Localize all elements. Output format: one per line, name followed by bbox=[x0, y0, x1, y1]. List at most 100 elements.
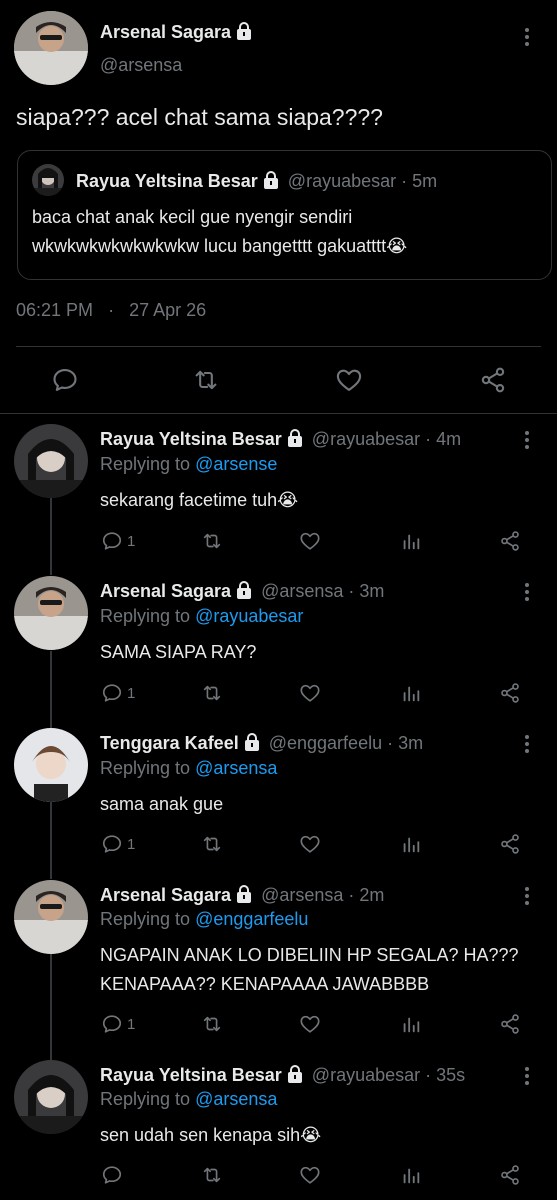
share-icon[interactable] bbox=[499, 1013, 521, 1035]
handle[interactable]: @rayuabesar bbox=[312, 1065, 420, 1085]
avatar[interactable] bbox=[32, 164, 64, 196]
reply-icon[interactable] bbox=[101, 682, 123, 704]
handle[interactable]: @enggarfeelu bbox=[269, 733, 382, 753]
tweet-age: · 3m bbox=[387, 733, 424, 753]
share-icon[interactable] bbox=[499, 833, 521, 855]
retweet-icon[interactable] bbox=[201, 682, 223, 704]
reply-count: 1 bbox=[127, 1016, 136, 1033]
quoted-display-name[interactable]: Rayua Yeltsina Besar bbox=[76, 171, 258, 191]
reply-text-line: KENAPAAA?? KENAPAAAA JAWABBBB bbox=[100, 974, 430, 994]
avatar[interactable] bbox=[14, 11, 88, 85]
reply-header: Rayua Yeltsina Besar @rayuabesar · 4m bbox=[100, 429, 461, 450]
replying-to: Replying to @arsensa bbox=[100, 1089, 277, 1110]
reply-text-line: sekarang facetime tuh😭 bbox=[100, 490, 299, 510]
reply-text-line: SAMA SIAPA RAY? bbox=[100, 642, 257, 662]
reply-text-line: sama anak gue bbox=[100, 794, 224, 814]
handle[interactable]: @arsensa bbox=[100, 55, 182, 76]
lock-icon bbox=[287, 429, 303, 447]
share-icon[interactable] bbox=[479, 366, 507, 394]
display-name[interactable]: Rayua Yeltsina Besar bbox=[100, 1065, 282, 1085]
more-options-icon[interactable] bbox=[524, 431, 530, 452]
handle[interactable]: @rayuabesar bbox=[312, 429, 420, 449]
lock-icon bbox=[287, 1065, 303, 1083]
like-icon[interactable] bbox=[335, 366, 363, 394]
timestamp: 06:21 PM · 27 Apr 26 bbox=[16, 300, 206, 321]
like-icon[interactable] bbox=[299, 682, 321, 704]
retweet-icon[interactable] bbox=[201, 530, 223, 552]
reply-icon[interactable] bbox=[101, 530, 123, 552]
reply-icon[interactable] bbox=[51, 366, 79, 394]
stats-icon[interactable] bbox=[400, 833, 422, 855]
display-name[interactable]: Arsenal Sagara bbox=[100, 885, 231, 905]
replying-to-link[interactable]: @arsensa bbox=[195, 1089, 277, 1109]
tweet-text: siapa??? acel chat sama siapa???? bbox=[16, 104, 383, 130]
reply-icon[interactable] bbox=[101, 1164, 123, 1186]
replying-prefix: Replying to bbox=[100, 454, 191, 474]
thread-line bbox=[50, 954, 52, 1060]
display-name[interactable]: Arsenal Sagara bbox=[100, 581, 231, 601]
more-options-icon[interactable] bbox=[524, 28, 530, 49]
stats-icon[interactable] bbox=[400, 1164, 422, 1186]
quoted-handle[interactable]: @rayuabesar bbox=[288, 171, 396, 191]
tweet-time[interactable]: 06:21 PM bbox=[16, 300, 93, 320]
stats-icon[interactable] bbox=[400, 1013, 422, 1035]
retweet-icon[interactable] bbox=[201, 1013, 223, 1035]
stats-icon[interactable] bbox=[400, 530, 422, 552]
replying-to-link[interactable]: @enggarfeelu bbox=[195, 909, 308, 929]
reply-header: Rayua Yeltsina Besar @rayuabesar · 35s bbox=[100, 1065, 465, 1086]
replying-prefix: Replying to bbox=[100, 758, 191, 778]
avatar[interactable] bbox=[14, 728, 88, 802]
quoted-text-line: baca chat anak kecil gue nyengir sendiri bbox=[32, 207, 353, 227]
avatar[interactable] bbox=[14, 880, 88, 954]
handle[interactable]: @arsensa bbox=[261, 581, 343, 601]
replying-to-link[interactable]: @arsensa bbox=[195, 758, 277, 778]
stats-icon[interactable] bbox=[400, 682, 422, 704]
handle[interactable]: @arsensa bbox=[261, 885, 343, 905]
retweet-icon[interactable] bbox=[201, 833, 223, 855]
replying-to-link[interactable]: @rayuabesar bbox=[195, 606, 303, 626]
lock-icon bbox=[244, 733, 260, 751]
share-icon[interactable] bbox=[499, 530, 521, 552]
replying-prefix: Replying to bbox=[100, 606, 191, 626]
reply-text-line: NGAPAIN ANAK LO DIBELIIN HP SEGALA? HA??… bbox=[100, 945, 519, 965]
reply-header: Arsenal Sagara @arsensa · 2m bbox=[100, 885, 384, 906]
more-options-icon[interactable] bbox=[524, 735, 530, 756]
replying-to: Replying to @arsense bbox=[100, 454, 277, 475]
tweet-age: · 35s bbox=[425, 1065, 466, 1085]
quoted-age: · 5m bbox=[401, 171, 438, 191]
tweet-age: · 2m bbox=[348, 885, 385, 905]
more-options-icon[interactable] bbox=[524, 583, 530, 604]
thread-line bbox=[50, 651, 52, 731]
avatar[interactable] bbox=[14, 1060, 88, 1134]
separator: · bbox=[108, 300, 115, 320]
retweet-icon[interactable] bbox=[192, 366, 220, 394]
lock-icon bbox=[236, 885, 252, 903]
like-icon[interactable] bbox=[299, 530, 321, 552]
divider bbox=[0, 413, 557, 414]
reply-icon[interactable] bbox=[101, 1013, 123, 1035]
avatar[interactable] bbox=[14, 424, 88, 498]
replying-prefix: Replying to bbox=[100, 909, 191, 929]
display-name[interactable]: Arsenal Sagara bbox=[100, 22, 252, 43]
more-options-icon[interactable] bbox=[524, 887, 530, 908]
share-icon[interactable] bbox=[499, 1164, 521, 1186]
like-icon[interactable] bbox=[299, 1013, 321, 1035]
replying-to-link[interactable]: @arsense bbox=[195, 454, 277, 474]
retweet-icon[interactable] bbox=[201, 1164, 223, 1186]
tweet-age: · 3m bbox=[348, 581, 385, 601]
like-icon[interactable] bbox=[299, 833, 321, 855]
reply-text-line: sen udah sen kenapa sih😭 bbox=[100, 1125, 322, 1145]
share-icon[interactable] bbox=[499, 682, 521, 704]
more-options-icon[interactable] bbox=[524, 1067, 530, 1088]
display-name[interactable]: Rayua Yeltsina Besar bbox=[100, 429, 282, 449]
reply-icon[interactable] bbox=[101, 833, 123, 855]
reply-count: 1 bbox=[127, 533, 136, 550]
divider bbox=[16, 346, 541, 347]
reply-count: 1 bbox=[127, 836, 136, 853]
display-name-text: Arsenal Sagara bbox=[100, 22, 232, 42]
display-name[interactable]: Tenggara Kafeel bbox=[100, 733, 239, 753]
avatar[interactable] bbox=[14, 576, 88, 650]
tweet-date: 27 Apr 26 bbox=[129, 300, 207, 320]
like-icon[interactable] bbox=[299, 1164, 321, 1186]
reply-header: Arsenal Sagara @arsensa · 3m bbox=[100, 581, 384, 602]
